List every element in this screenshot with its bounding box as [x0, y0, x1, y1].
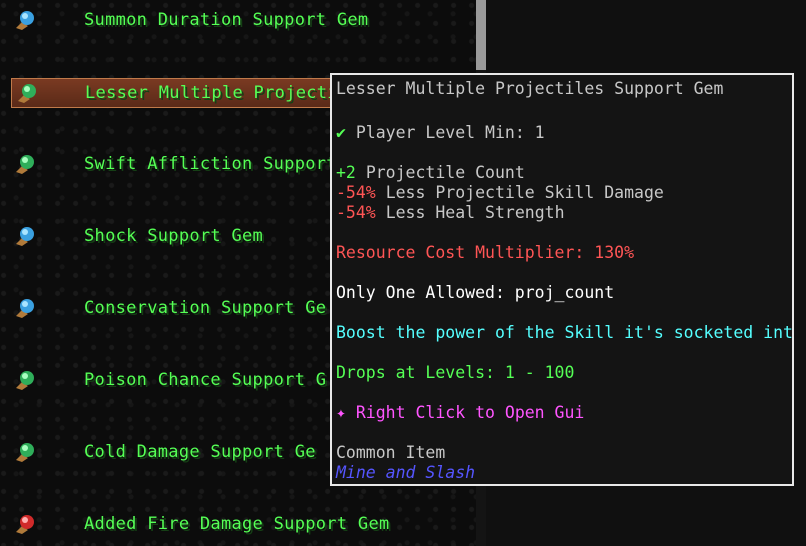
list-item-label: Conservation Support Ge	[84, 298, 327, 318]
green-gem-icon	[16, 371, 34, 390]
blue-gem-icon	[16, 299, 34, 318]
stat-text: Projectile Count	[365, 163, 525, 182]
level-requirement: ✔ Player Level Min: 1	[336, 123, 545, 143]
stat-text: Less Projectile Skill Damage	[385, 183, 664, 202]
stat-value: -54%	[336, 203, 376, 222]
right-click-text: Right Click to Open Gui	[355, 403, 585, 422]
list-item-label: Poison Chance Support G	[84, 370, 327, 390]
stat-line: -54% Less Heal Strength	[336, 203, 565, 223]
description: Boost the power of the Skill it's socket…	[336, 323, 794, 342]
red-gem-icon	[16, 515, 34, 534]
list-item-label: Lesser Multiple Projectil	[85, 83, 349, 103]
blue-gem-icon	[16, 227, 34, 246]
blue-gem-icon	[16, 11, 34, 30]
list-item-label: Summon Duration Support Gem	[84, 10, 369, 30]
green-gem-icon	[18, 84, 36, 103]
stat-text: Less Heal Strength	[385, 203, 565, 222]
list-item-label: Added Fire Damage Support Gem	[84, 514, 390, 534]
list-item[interactable]: Added Fire Damage Support Gem	[10, 506, 470, 542]
stat-line: +2 Projectile Count	[336, 163, 525, 183]
check-icon: ✔	[336, 123, 346, 142]
rarity: Common Item	[336, 443, 446, 462]
right-click-hint: ✦ Right Click to Open Gui	[336, 403, 584, 423]
level-requirement-text: Player Level Min: 1	[355, 123, 545, 142]
mod-name: Mine and Slash	[336, 463, 476, 482]
resource-cost: Resource Cost Multiplier: 130%	[336, 243, 635, 262]
tooltip-title: Lesser Multiple Projectiles Support Gem	[336, 79, 724, 98]
list-item-selected[interactable]: Lesser Multiple Projectil	[11, 78, 348, 108]
sparkle-icon: ✦	[336, 403, 346, 422]
list-item-label: Swift Affliction Support	[84, 154, 337, 174]
list-item[interactable]: Summon Duration Support Gem	[10, 2, 470, 38]
list-item-label: Cold Damage Support Ge	[84, 442, 316, 462]
item-tooltip: Lesser Multiple Projectiles Support Gem …	[330, 73, 794, 486]
scrollbar-thumb[interactable]	[476, 0, 486, 70]
green-gem-icon	[16, 155, 34, 174]
stat-value: +2	[336, 163, 356, 182]
stat-value: -54%	[336, 183, 376, 202]
green-gem-icon	[16, 443, 34, 462]
list-item-label: Shock Support Gem	[84, 226, 264, 246]
stat-line: -54% Less Projectile Skill Damage	[336, 183, 664, 203]
only-one-allowed: Only One Allowed: proj_count	[336, 283, 615, 302]
drop-levels: Drops at Levels: 1 - 100	[336, 363, 575, 382]
